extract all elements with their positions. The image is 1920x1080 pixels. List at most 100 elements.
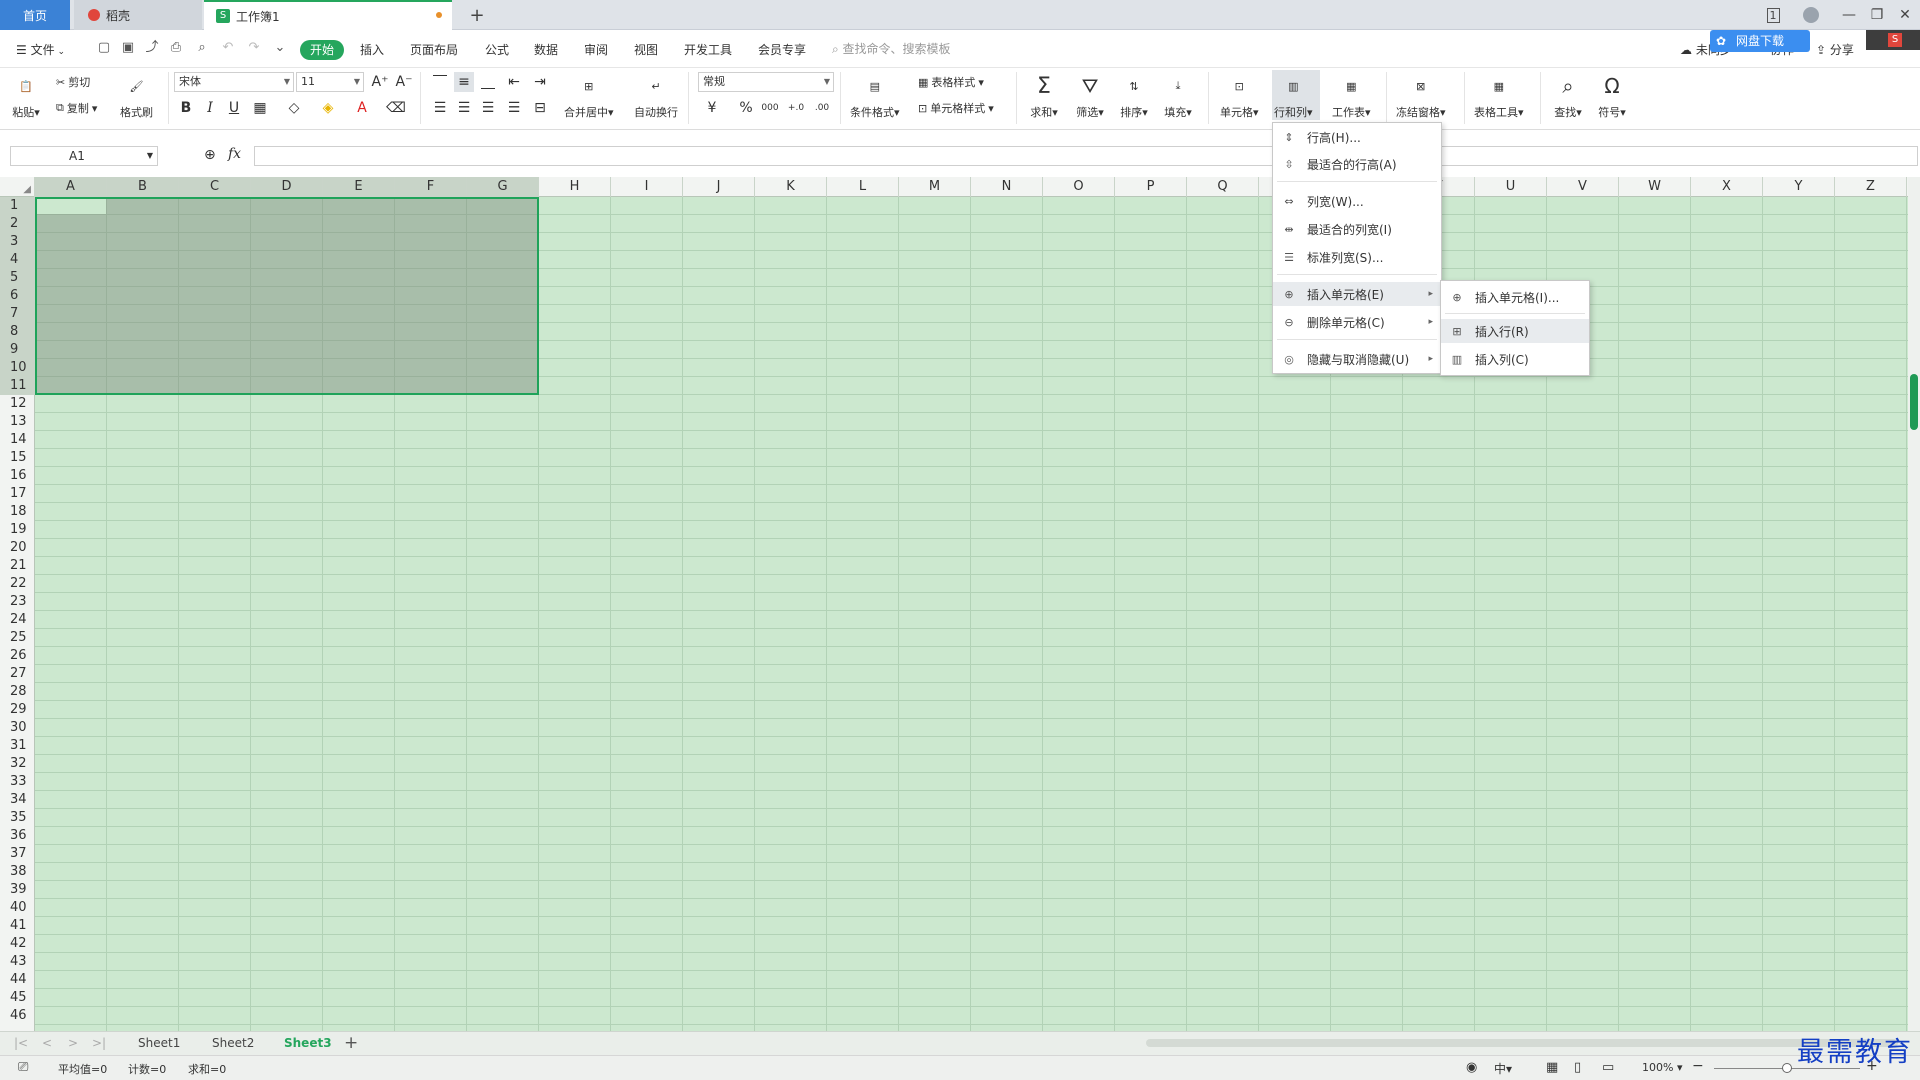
menu-row-height[interactable]: ⇕ 行高(H)... <box>1273 125 1441 149</box>
next-sheet-icon[interactable]: > <box>68 1036 78 1050</box>
row-header-10[interactable]: 10 <box>0 359 35 377</box>
menu-delete-cells[interactable]: ⊖ 删除单元格(C) ▸ <box>1273 310 1441 334</box>
row-header-27[interactable]: 27 <box>0 665 35 683</box>
freeze-panes-button[interactable]: ⊠ 冻结窗格▾ <box>1396 72 1446 120</box>
table-style-button[interactable]: ▦ 表格样式 ▾ <box>918 74 984 90</box>
row-header-36[interactable]: 36 <box>0 827 35 845</box>
row-header-12[interactable]: 12 <box>0 395 35 413</box>
eye-protection-icon[interactable]: ◉ <box>1466 1060 1477 1075</box>
filter-button[interactable]: ⛛ 筛选▾ <box>1076 72 1104 120</box>
decrease-decimal-icon[interactable]: .00 <box>812 98 832 118</box>
zoom-slider-handle[interactable] <box>1782 1063 1792 1073</box>
column-header-u[interactable]: U <box>1475 177 1547 197</box>
row-header-9[interactable]: 9 <box>0 341 35 359</box>
file-menu[interactable]: ☰ 文件 ⌄ <box>16 40 65 60</box>
increase-font-icon[interactable]: A⁺ <box>370 72 390 92</box>
column-header-k[interactable]: K <box>755 177 827 197</box>
align-bottom-icon[interactable]: ⎽ <box>478 72 498 92</box>
share-button[interactable]: ⇪ 分享 <box>1816 40 1854 60</box>
cut-button[interactable]: ✂ 剪切 <box>56 74 90 90</box>
active-cell[interactable] <box>37 199 106 214</box>
column-header-w[interactable]: W <box>1619 177 1691 197</box>
row-header-35[interactable]: 35 <box>0 809 35 827</box>
align-center-icon[interactable]: ☰ <box>454 98 474 118</box>
input-method-icon[interactable]: 中▾ <box>1494 1060 1512 1077</box>
underline-icon[interactable]: U <box>224 98 244 118</box>
row-header-3[interactable]: 3 <box>0 233 35 251</box>
align-middle-icon[interactable]: ≡ <box>454 72 474 92</box>
menu-data[interactable]: 数据 <box>534 40 558 60</box>
export-icon[interactable]: ⤴ <box>144 40 160 56</box>
sheet-tab-3[interactable]: Sheet3 <box>284 1036 332 1050</box>
clear-format-icon[interactable]: ⌫ <box>386 98 406 118</box>
row-header-5[interactable]: 5 <box>0 269 35 287</box>
new-file-icon[interactable]: ▢ <box>96 40 112 56</box>
column-header-j[interactable]: J <box>683 177 755 197</box>
column-header-a[interactable]: A <box>35 177 107 197</box>
row-header-39[interactable]: 39 <box>0 881 35 899</box>
select-all-corner[interactable]: ◢ <box>0 177 35 197</box>
row-header-25[interactable]: 25 <box>0 629 35 647</box>
row-header-28[interactable]: 28 <box>0 683 35 701</box>
tab-home[interactable]: 首页 <box>0 0 70 30</box>
align-right-icon[interactable]: ☰ <box>478 98 498 118</box>
column-header-n[interactable]: N <box>971 177 1043 197</box>
row-header-45[interactable]: 45 <box>0 989 35 1007</box>
window-layout-button[interactable]: 1 <box>1756 0 1790 30</box>
new-tab-button[interactable]: + <box>464 0 490 30</box>
column-header-x[interactable]: X <box>1691 177 1763 197</box>
formula-input[interactable] <box>254 146 1918 166</box>
table-tools-button[interactable]: ▦ 表格工具▾ <box>1474 72 1524 120</box>
increase-decimal-icon[interactable]: +.0 <box>786 98 806 118</box>
wrap-text-button[interactable]: ↵ 自动换行 <box>634 72 678 120</box>
menu-col-width[interactable]: ⇔ 列宽(W)... <box>1273 189 1441 213</box>
find-button[interactable]: ⌕ 查找▾ <box>1554 72 1582 120</box>
print-icon[interactable]: ⎙ <box>168 40 184 56</box>
fx-button[interactable]: fx <box>228 146 241 162</box>
row-header-15[interactable]: 15 <box>0 449 35 467</box>
menu-hide-unhide[interactable]: ◎ 隐藏与取消隐藏(U) ▸ <box>1273 347 1441 371</box>
row-header-14[interactable]: 14 <box>0 431 35 449</box>
row-header-30[interactable]: 30 <box>0 719 35 737</box>
menu-page-layout[interactable]: 页面布局 <box>410 40 458 60</box>
close-button[interactable]: ✕ <box>1888 0 1920 30</box>
zoom-out-icon[interactable]: − <box>1692 1058 1704 1074</box>
row-header-46[interactable]: 46 <box>0 1007 35 1025</box>
menu-start[interactable]: 开始 <box>300 40 345 60</box>
vertical-scrollbar[interactable] <box>1908 177 1920 1031</box>
menu-insert-cells[interactable]: ⊕ 插入单元格(E) ▸ <box>1273 282 1441 306</box>
font-size-select[interactable]: 11 ▼ <box>296 72 364 92</box>
column-header-h[interactable]: H <box>539 177 611 197</box>
worksheet-button[interactable]: ▦ 工作表▾ <box>1332 72 1371 120</box>
row-header-2[interactable]: 2 <box>0 215 35 233</box>
distribute-icon[interactable]: ⊟ <box>530 98 550 118</box>
zoom-formula-icon[interactable]: ⊕ <box>204 147 216 163</box>
align-left-icon[interactable]: ☰ <box>430 98 450 118</box>
indent-increase-icon[interactable]: ⇥ <box>530 72 550 92</box>
row-header-16[interactable]: 16 <box>0 467 35 485</box>
row-header-6[interactable]: 6 <box>0 287 35 305</box>
add-sheet-icon[interactable]: + <box>344 1033 358 1053</box>
normal-view-icon[interactable]: ▦ <box>1546 1060 1558 1075</box>
column-header-q[interactable]: Q <box>1187 177 1259 197</box>
column-header-b[interactable]: B <box>107 177 179 197</box>
customize-qat-icon[interactable]: ⌄ <box>272 40 288 56</box>
row-header-8[interactable]: 8 <box>0 323 35 341</box>
column-header-i[interactable]: I <box>611 177 683 197</box>
number-format-select[interactable]: 常规 ▼ <box>698 72 834 92</box>
row-header-44[interactable]: 44 <box>0 971 35 989</box>
percent-icon[interactable]: % <box>736 98 756 118</box>
font-color-icon[interactable]: A <box>352 98 372 118</box>
column-header-f[interactable]: F <box>395 177 467 197</box>
sheet-tab-2[interactable]: Sheet2 <box>212 1036 254 1050</box>
column-header-y[interactable]: Y <box>1763 177 1835 197</box>
row-header-43[interactable]: 43 <box>0 953 35 971</box>
thousands-icon[interactable]: 000 <box>760 98 780 118</box>
row-header-11[interactable]: 11 <box>0 377 35 395</box>
save-icon[interactable]: ▣ <box>120 40 136 56</box>
menu-member[interactable]: 会员专享 <box>758 40 806 60</box>
conditional-format-button[interactable]: ▤ 条件格式▾ <box>850 72 900 120</box>
row-header-31[interactable]: 31 <box>0 737 35 755</box>
column-header-z[interactable]: Z <box>1835 177 1907 197</box>
row-header-24[interactable]: 24 <box>0 611 35 629</box>
